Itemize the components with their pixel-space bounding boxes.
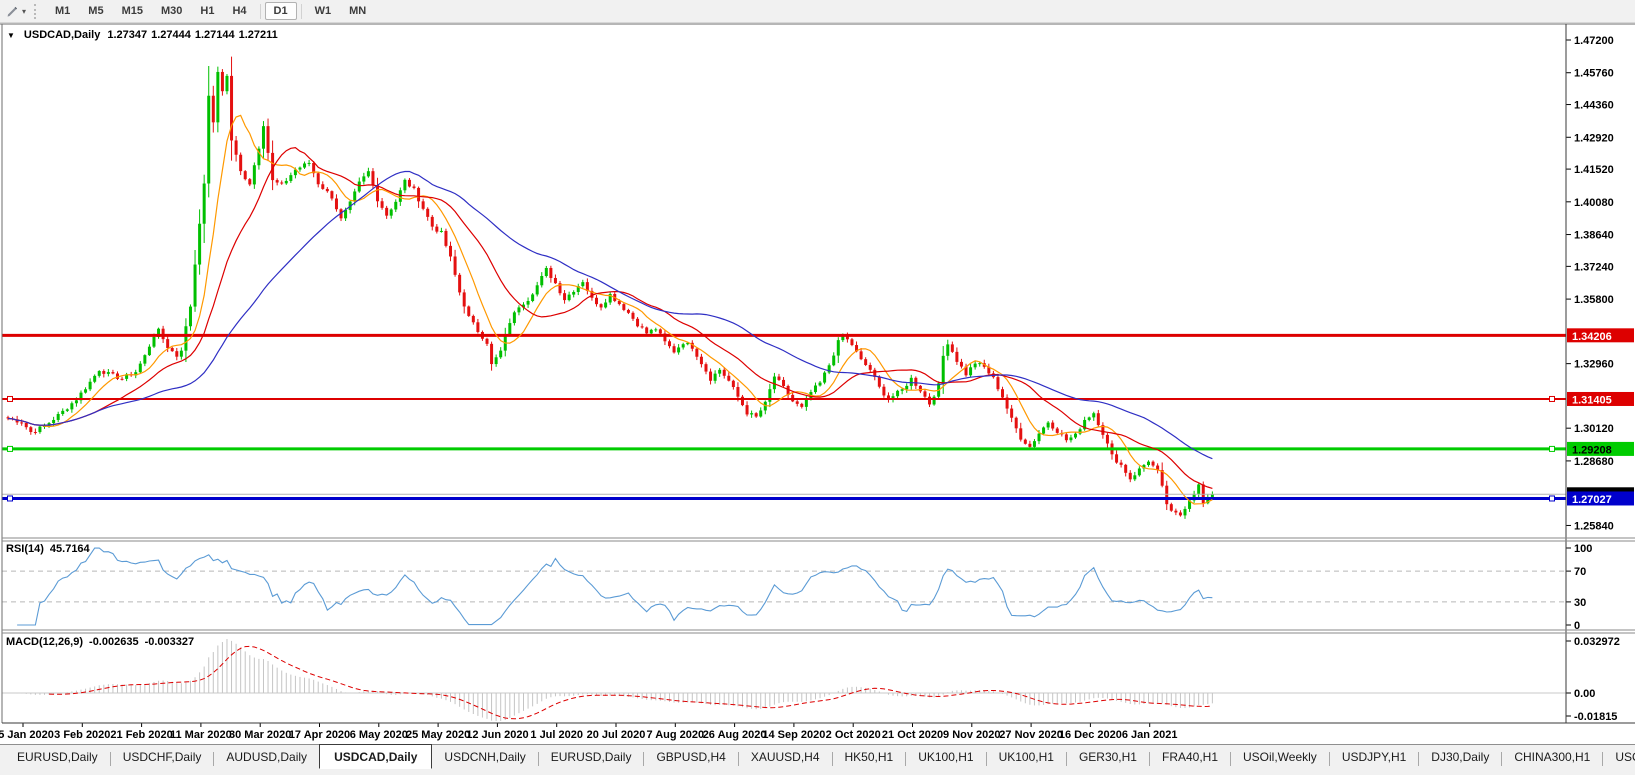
date-label: 26 Aug 2020 bbox=[703, 729, 767, 741]
ohlc-close: 1.27211 bbox=[239, 29, 278, 41]
price-tick-label: 1.28680 bbox=[1574, 456, 1614, 468]
price-tick-label: 1.42920 bbox=[1574, 132, 1614, 144]
chart-canvas[interactable]: 1.47200 1.45760 1.44360 1.42920 1.41520 1.400… bbox=[0, 0, 1635, 775]
price-badge-1.29208-text: 1.29208 bbox=[1572, 444, 1612, 456]
mt4-window: ▾ M1M5M15M30H1H4D1W1MN 1.472001.457601.4… bbox=[0, 0, 1635, 775]
chart-tab-ger30-h1[interactable]: GER30,H1 bbox=[1067, 745, 1149, 769]
date-label: 3 Feb 2020 bbox=[54, 729, 110, 741]
date-label: 30 Mar 2020 bbox=[229, 729, 291, 741]
chart-tab-gbpusd-h4[interactable]: GBPUSD,H4 bbox=[644, 745, 737, 769]
line-handle[interactable] bbox=[1550, 496, 1555, 501]
line-handle[interactable] bbox=[8, 446, 13, 451]
price-badge-1.27027-text: 1.27027 bbox=[1572, 494, 1612, 506]
line-handle[interactable] bbox=[8, 396, 13, 401]
rsi-scale-label: 70 bbox=[1574, 566, 1586, 578]
price-tick-label: 1.47200 bbox=[1574, 35, 1614, 47]
date-label: 9 Nov 2020 bbox=[943, 729, 1000, 741]
line-handle[interactable] bbox=[8, 496, 13, 501]
date-label: 11 Mar 2020 bbox=[170, 729, 232, 741]
date-label: 14 Sep 2020 bbox=[762, 729, 825, 741]
date-axis: 15 Jan 20203 Feb 202021 Feb 202011 Mar 2… bbox=[0, 723, 1178, 741]
price-tick-label: 1.40080 bbox=[1574, 197, 1614, 209]
chart-menu-arrow[interactable]: ▼ bbox=[7, 31, 15, 40]
chart-tab-usdjpy-h1[interactable]: USDJPY,H1 bbox=[1330, 745, 1418, 769]
price-tick-label: 1.41520 bbox=[1574, 164, 1614, 176]
price-badge-1.31405-text: 1.31405 bbox=[1572, 394, 1612, 406]
date-label: 25 May 2020 bbox=[406, 729, 470, 741]
line-handle[interactable] bbox=[1550, 396, 1555, 401]
chart-tab-usoil-weekly[interactable]: USOil,Weekly bbox=[1231, 745, 1329, 769]
chart-tab-xauusd-h4[interactable]: XAUUSD,H4 bbox=[739, 745, 832, 769]
date-label: 21 Oct 2020 bbox=[882, 729, 943, 741]
line-handle[interactable] bbox=[1550, 446, 1555, 451]
date-label: 15 Jan 2020 bbox=[0, 729, 54, 741]
chart-tab-usdcad-daily[interactable]: USDCAD,Daily bbox=[319, 744, 432, 769]
macd-scale-label: 0.00 bbox=[1574, 688, 1595, 700]
date-label: 7 Aug 2020 bbox=[646, 729, 704, 741]
chart-tab-audusd-daily[interactable]: AUDUSD,Daily bbox=[214, 745, 319, 769]
chart-tab-eurusd-daily[interactable]: EURUSD,Daily bbox=[5, 745, 110, 769]
rsi-pane-label: RSI(14) 45.7164 bbox=[6, 543, 90, 555]
date-label: 16 Dec 2020 bbox=[1059, 729, 1122, 741]
chart-tab-uk100-h1[interactable]: UK100,H1 bbox=[987, 745, 1066, 769]
macd-value2: -0.003327 bbox=[145, 636, 195, 648]
ohlc-open: 1.27347 bbox=[107, 29, 147, 41]
chart-tab-china300-h1[interactable]: CHINA300,H1 bbox=[1502, 745, 1602, 769]
rsi-name: RSI(14) bbox=[6, 543, 44, 555]
ohlc-high: 1.27444 bbox=[151, 29, 191, 41]
date-label: 6 May 2020 bbox=[350, 729, 408, 741]
chart-tab-fra40-h1[interactable]: FRA40,H1 bbox=[1150, 745, 1230, 769]
price-tick-label: 1.45760 bbox=[1574, 68, 1614, 80]
macd-name: MACD(12,26,9) bbox=[6, 636, 83, 648]
price-tick-label: 1.38640 bbox=[1574, 230, 1614, 242]
date-label: 6 Jan 2021 bbox=[1122, 729, 1178, 741]
date-label: 12 Jun 2020 bbox=[466, 729, 528, 741]
price-tick-label: 1.37240 bbox=[1574, 261, 1614, 273]
date-label: 27 Nov 2020 bbox=[999, 729, 1063, 741]
rsi-value: 45.7164 bbox=[50, 543, 90, 555]
date-label: 20 Jul 2020 bbox=[587, 729, 646, 741]
date-label: 1 Jul 2020 bbox=[530, 729, 583, 741]
chart-tab-uk100-h1[interactable]: UK100,H1 bbox=[906, 745, 985, 769]
macd-scale-label: 0.032972 bbox=[1574, 636, 1620, 648]
chart-tab-bar: EURUSD,DailyUSDCHF,DailyAUDUSD,DailyUSDC… bbox=[0, 744, 1635, 775]
chart-tab-eurusd-daily[interactable]: EURUSD,Daily bbox=[539, 745, 644, 769]
price-tick-label: 1.35800 bbox=[1574, 294, 1614, 306]
chart-header: ▼ USDCAD,Daily 1.27347 1.27444 1.27144 1… bbox=[7, 29, 278, 41]
date-label: 2 Oct 2020 bbox=[826, 729, 881, 741]
chart-tab-usoil-[interactable]: USOil, bbox=[1603, 745, 1635, 769]
rsi-scale-label: 30 bbox=[1574, 597, 1586, 609]
price-tick-label: 1.25840 bbox=[1574, 520, 1614, 532]
date-label: 21 Feb 2020 bbox=[110, 729, 172, 741]
price-tick-label: 1.32960 bbox=[1574, 359, 1614, 371]
ohlc-low: 1.27144 bbox=[195, 29, 235, 41]
price-badge-1.34206-text: 1.34206 bbox=[1572, 331, 1612, 343]
price-tick-label: 1.30120 bbox=[1574, 423, 1614, 435]
rsi-scale-label: 100 bbox=[1574, 543, 1592, 555]
macd-pane-label: MACD(12,26,9) -0.002635 -0.003327 bbox=[6, 636, 194, 648]
chart-tab-usdcnh-daily[interactable]: USDCNH,Daily bbox=[432, 745, 537, 769]
chart-tab-hk50-h1[interactable]: HK50,H1 bbox=[833, 745, 906, 769]
chart-title: USDCAD,Daily bbox=[24, 29, 100, 41]
chart-tab-usdchf-daily[interactable]: USDCHF,Daily bbox=[111, 745, 214, 769]
date-label: 17 Apr 2020 bbox=[289, 729, 350, 741]
macd-scale-label: -0.01815 bbox=[1574, 711, 1617, 723]
chart-tab-dj30-daily[interactable]: DJ30,Daily bbox=[1419, 745, 1501, 769]
price-tick-label: 1.44360 bbox=[1574, 100, 1614, 112]
macd-value1: -0.002635 bbox=[89, 636, 139, 648]
